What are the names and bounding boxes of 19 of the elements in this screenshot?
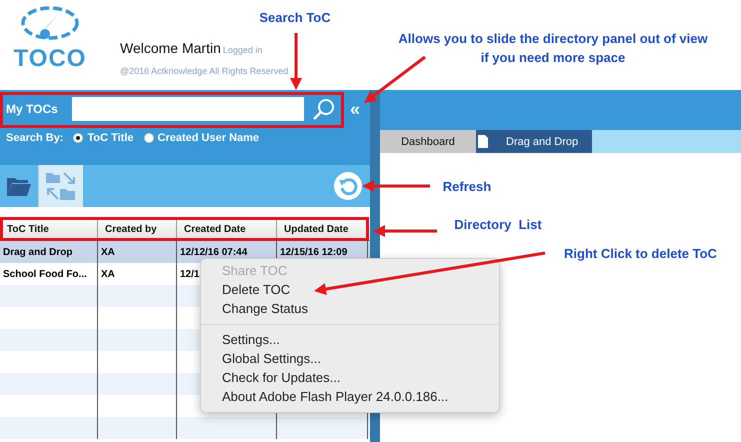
menu-item: Share TOC [221, 262, 288, 280]
login-status: Logged in [222, 45, 262, 55]
logo-text: TOCO [14, 44, 86, 74]
table-cell: 12/1 [180, 268, 200, 280]
welcome-text: Welcome Martin [120, 40, 221, 56]
annotation-label: Allows you to slide the directory panel out of view if you need more space [397, 30, 709, 67]
table-cell: XA [101, 246, 115, 258]
table-cell: XA [101, 268, 115, 280]
copyright-text: @2016 Actknowledge All Rights Reserved [120, 66, 288, 76]
annotation-label: Directory List [453, 216, 543, 234]
table-cell: 12/12/16 07:44 [180, 246, 248, 258]
annotation-label: Search ToC [258, 9, 332, 27]
panel-title: My TOCs [5, 102, 59, 116]
annotation-label: Right Click to delete ToC [563, 245, 718, 263]
table-cell: School Food Fo... [3, 268, 87, 280]
search-by-label: Search By: [6, 132, 64, 144]
table-cell: 12/15/16 12:09 [280, 246, 348, 258]
annotation-label: Refresh [442, 178, 492, 196]
table-cell: Drag and Drop [3, 246, 72, 258]
